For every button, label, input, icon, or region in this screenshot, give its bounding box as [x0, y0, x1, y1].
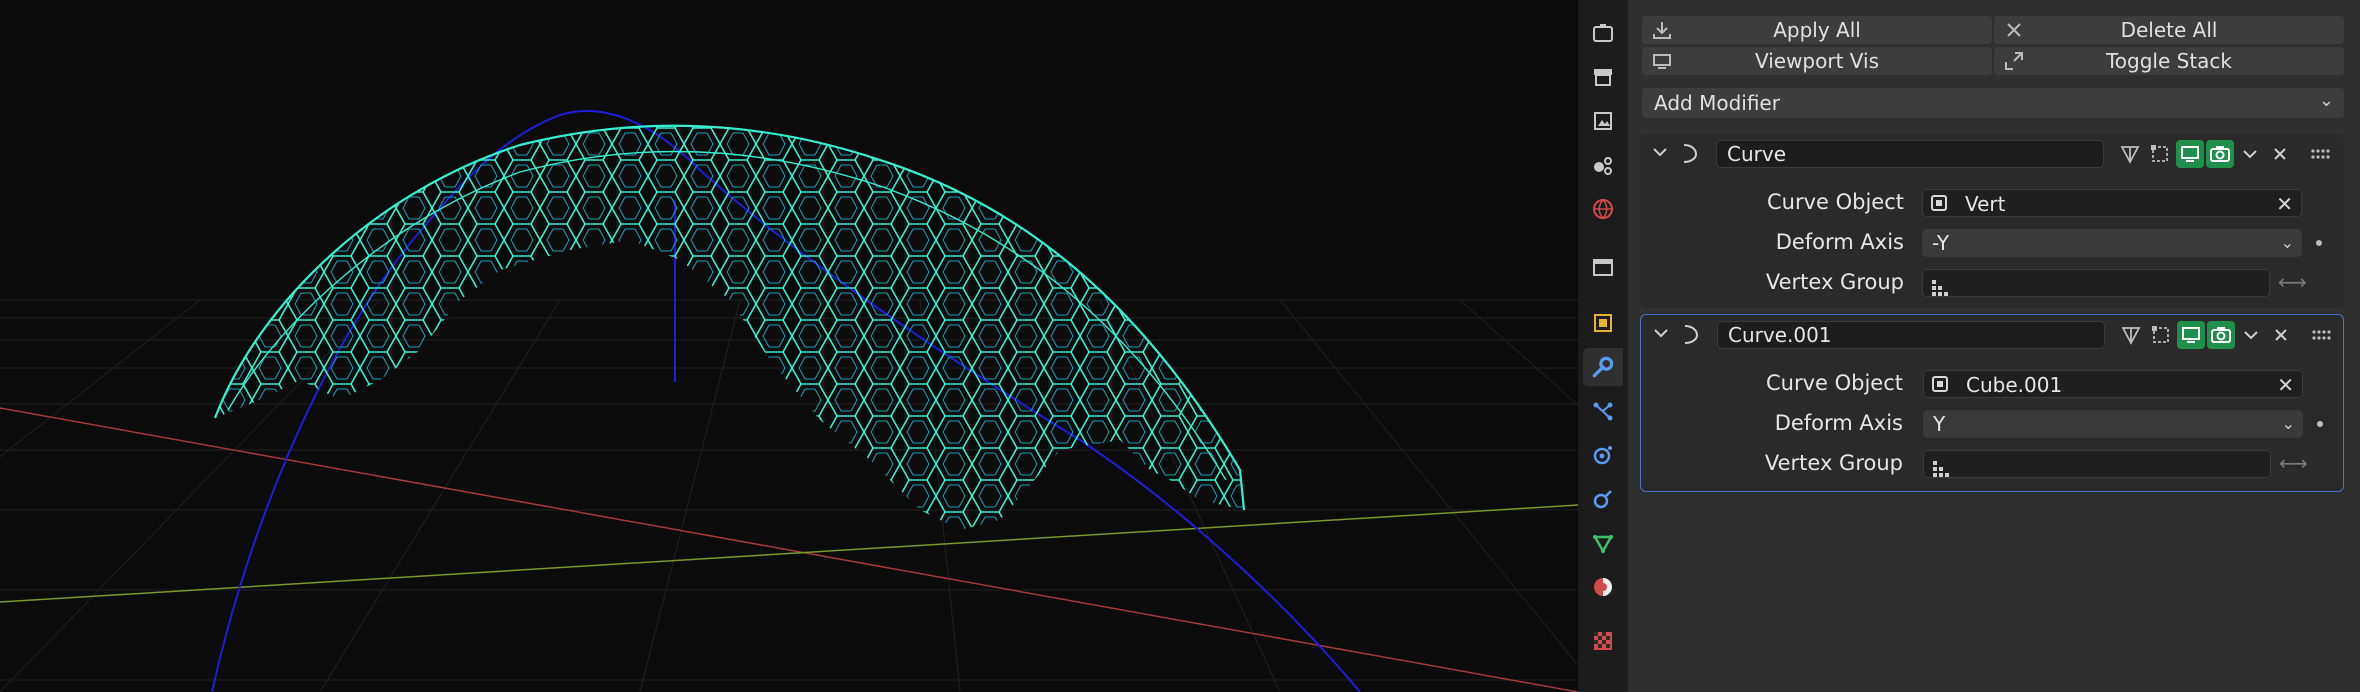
curve-object-value: Vert — [1965, 192, 2006, 216]
constraints-icon[interactable] — [1583, 480, 1623, 518]
close-icon[interactable]: ✕ — [2277, 371, 2294, 399]
curve-object-row: Curve Object Vert ✕ — [1640, 186, 2344, 220]
vertex-group-label: Vertex Group — [1765, 270, 1904, 294]
modifier-name-field[interactable]: Curve.001 — [1717, 321, 2105, 349]
modifier-panel-curve: Curve Curve Object Vert ✕ Deform Axis -Y… — [1640, 134, 2344, 308]
deform-axis-label: Deform Axis — [1774, 411, 1903, 435]
chevron-down-icon[interactable] — [1651, 323, 1671, 343]
curve-object-field[interactable]: Vert ✕ — [1922, 189, 2302, 217]
curve-object-label: Curve Object — [1765, 371, 1903, 395]
vertex-group-field[interactable] — [1923, 450, 2271, 478]
edit-cage-icon[interactable] — [2116, 140, 2144, 168]
modifiers-icon[interactable] — [1583, 348, 1623, 386]
scene-icon[interactable] — [1583, 190, 1623, 228]
curve-object-label: Curve Object — [1766, 190, 1904, 214]
material-icon[interactable] — [1583, 568, 1623, 606]
curve-object-value: Cube.001 — [1966, 373, 2063, 397]
render-icon[interactable] — [1583, 58, 1623, 96]
tool-icon[interactable] — [1583, 14, 1623, 52]
toggle-stack-label: Toggle Stack — [2105, 49, 2233, 73]
drag-handle-icon[interactable] — [2307, 321, 2335, 349]
vertex-group-row: Vertex Group ⟷ — [1641, 447, 2343, 481]
close-icon[interactable]: ✕ — [2276, 190, 2293, 218]
close-icon — [2004, 20, 2024, 45]
keyframe-dot-icon[interactable] — [2317, 421, 2323, 427]
modifier-name-field[interactable]: Curve — [1716, 140, 2104, 168]
physics-icon[interactable] — [1583, 436, 1623, 474]
data-icon[interactable] — [1583, 524, 1623, 562]
properties-editor: Apply All Delete All Viewport Vis Toggle… — [1628, 0, 2360, 692]
invert-arrows-icon[interactable]: ⟷ — [2279, 451, 2308, 475]
texture-icon[interactable] — [1583, 622, 1623, 660]
keyframe-dot-icon[interactable] — [2316, 240, 2322, 246]
collection-icon[interactable] — [1583, 248, 1623, 286]
toggle-stack-button[interactable]: Toggle Stack — [1994, 47, 2344, 75]
monitor-icon — [1652, 51, 1672, 76]
drag-handle-icon[interactable] — [2306, 140, 2334, 168]
chevron-down-icon[interactable] — [1650, 142, 1670, 162]
render-camera-icon[interactable] — [2206, 140, 2234, 168]
properties-tab-bar — [1578, 0, 1628, 692]
modifier-panel-curve-001: Curve.001 Curve Object Cube.001 ✕ Deform… — [1640, 314, 2344, 492]
curve-modifier-icon — [1677, 321, 1703, 347]
realtime-display-icon[interactable] — [2177, 321, 2205, 349]
edit-mode-icon[interactable] — [2147, 321, 2175, 349]
delete-all-label: Delete All — [2120, 18, 2218, 42]
viewport-vis-label: Viewport Vis — [1754, 49, 1880, 73]
render-camera-icon[interactable] — [2207, 321, 2235, 349]
y-axis-line — [0, 504, 1578, 603]
deform-axis-value: Y — [1933, 412, 1946, 436]
close-icon[interactable] — [2267, 321, 2295, 349]
edit-mode-icon[interactable] — [2146, 140, 2174, 168]
chevron-down-icon: ⌄ — [2318, 90, 2334, 111]
viewport-scene — [0, 110, 1578, 692]
deform-axis-row: Deform Axis -Y ⌄ — [1640, 226, 2344, 260]
viewport-vis-button[interactable]: Viewport Vis — [1642, 47, 1992, 75]
honeycomb-mesh — [213, 124, 1246, 530]
modifier-header: Curve — [1640, 134, 2344, 174]
deform-axis-dropdown[interactable]: Y ⌄ — [1923, 410, 2303, 438]
output-icon[interactable] — [1583, 102, 1623, 140]
particles-icon[interactable] — [1583, 392, 1623, 430]
vertex-group-icon — [1931, 276, 1949, 304]
curve-modifier-icon — [1676, 140, 1702, 166]
3d-viewport[interactable] — [0, 0, 1578, 692]
object-icon — [1931, 195, 1947, 211]
modifier-header: Curve.001 — [1641, 315, 2343, 355]
chevron-down-icon[interactable] — [2237, 321, 2265, 349]
delete-all-button[interactable]: Delete All — [1994, 16, 2344, 44]
x-axis-line — [0, 407, 1578, 692]
curve-object-field[interactable]: Cube.001 ✕ — [1923, 370, 2303, 398]
object-icon[interactable] — [1583, 304, 1623, 342]
chevron-down-icon: ⌄ — [2281, 414, 2295, 433]
download-icon — [1652, 20, 1672, 45]
vertex-group-label: Vertex Group — [1764, 451, 1903, 475]
close-icon[interactable] — [2266, 140, 2294, 168]
fullscreen-icon — [2004, 51, 2024, 76]
vertex-group-field[interactable] — [1922, 269, 2270, 297]
deform-axis-dropdown[interactable]: -Y ⌄ — [1922, 229, 2302, 257]
deform-axis-row: Deform Axis Y ⌄ — [1641, 407, 2343, 441]
deform-axis-value: -Y — [1932, 231, 1950, 255]
add-modifier-menu[interactable]: Add Modifier ⌄ — [1642, 88, 2344, 118]
apply-all-button[interactable]: Apply All — [1642, 16, 1992, 44]
curve-object-row: Curve Object Cube.001 ✕ — [1641, 367, 2343, 401]
vertex-group-icon — [1932, 457, 1950, 485]
apply-all-label: Apply All — [1773, 18, 1861, 42]
chevron-down-icon: ⌄ — [2280, 233, 2294, 252]
deform-axis-label: Deform Axis — [1775, 230, 1904, 254]
view-layer-icon[interactable] — [1583, 146, 1623, 184]
add-modifier-label: Add Modifier — [1654, 91, 1780, 115]
chevron-down-icon[interactable] — [2236, 140, 2264, 168]
invert-arrows-icon[interactable]: ⟷ — [2278, 270, 2307, 294]
realtime-display-icon[interactable] — [2176, 140, 2204, 168]
object-icon — [1932, 376, 1948, 392]
edit-cage-icon[interactable] — [2117, 321, 2145, 349]
vertex-group-row: Vertex Group ⟷ — [1640, 266, 2344, 300]
